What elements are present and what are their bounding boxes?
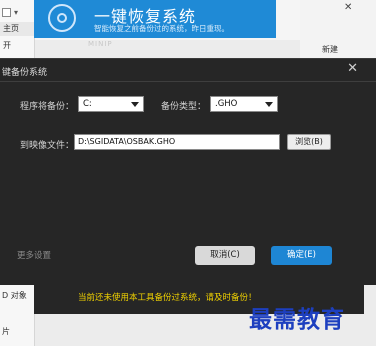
watermark-text: 最需教育 (249, 306, 345, 333)
program-label: 程序将备份： (20, 102, 75, 112)
image-path-input[interactable]: D:\SGIDATA\OSBAK.GHO (74, 134, 280, 150)
backup-dialog: 键备份系统 ✕ 程序将备份： C: 备份类型： .GHO 到映像文件： D:\S… (0, 58, 376, 285)
backup-type-select[interactable]: .GHO (210, 96, 278, 112)
open-label: 开 (3, 41, 11, 50)
dialog-title: 键备份系统 (2, 68, 48, 78)
chevron-down-icon (131, 102, 139, 107)
backup-warning-text: 当前还未使用本工具备份过系统，请及时备份！ (78, 293, 257, 303)
background-close-icon[interactable]: ✕ (344, 2, 352, 13)
restore-banner[interactable]: 一键恢复系统 智能恢复之前备份过的系统，昨日重现。 (34, 0, 276, 38)
title-divider (0, 81, 376, 82)
image-file-label: 到映像文件： (20, 141, 75, 151)
drive-select-value: C: (83, 99, 92, 109)
faint-watermark-text: MINIP (88, 40, 113, 48)
drive-select[interactable]: C: (78, 96, 144, 112)
ok-button[interactable]: 确定(E) (271, 246, 332, 265)
home-tab[interactable]: 主页 (0, 22, 37, 36)
background-ribbon-right: ✕ 新建 (300, 0, 376, 60)
checkbox-icon[interactable] (2, 7, 11, 17)
quick-access-toolbar: ▾ (2, 6, 28, 18)
browse-button[interactable]: 浏览(B) (287, 134, 331, 150)
dropdown-icon[interactable]: ▾ (14, 8, 18, 17)
new-folder-button[interactable]: 新建 (322, 44, 338, 55)
pictures-item[interactable]: 片 (2, 326, 10, 337)
close-icon[interactable]: ✕ (347, 61, 358, 76)
more-settings-link[interactable]: 更多设置 (17, 249, 51, 261)
objects-item[interactable]: D 对象 (2, 290, 27, 301)
chevron-down-icon (265, 102, 273, 107)
backup-type-label: 备份类型： (161, 102, 207, 112)
cancel-button[interactable]: 取消(C) (195, 246, 255, 265)
banner-subtitle: 智能恢复之前备份过的系统，昨日重现。 (94, 24, 229, 33)
restore-icon (48, 4, 76, 32)
backup-type-value: .GHO (215, 99, 238, 109)
